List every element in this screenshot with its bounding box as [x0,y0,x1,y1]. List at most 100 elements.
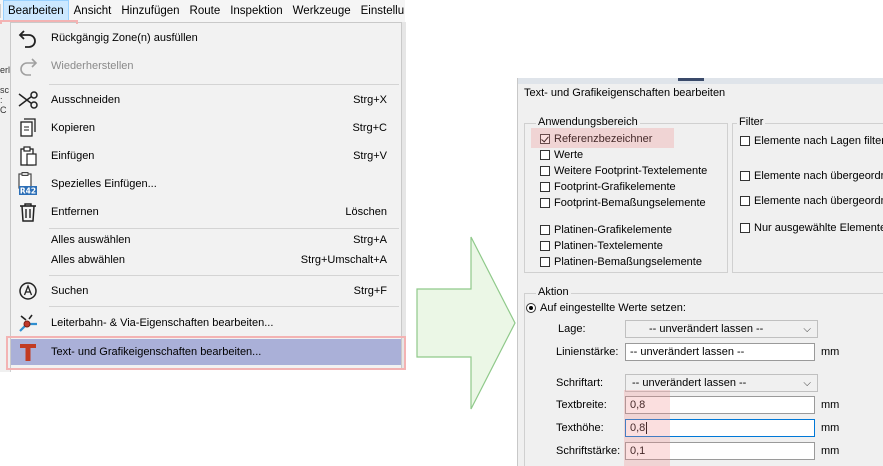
font-label: Schriftart: [556,377,604,389]
checkbox-reference-designators[interactable]: Referenzbezeichner [540,133,652,145]
menu-item-shortcut: Strg+Umschalt+A [300,254,387,266]
checkbox-label: Elemente nach Lagen filtern: [754,135,883,147]
checkbox-board-dimensions[interactable]: Platinen-Bemaßungselemente [540,256,702,268]
thickness-value: 0,1 [630,445,646,457]
text-height-input[interactable]: 0,8 [625,419,815,437]
menu-einstellungen[interactable]: Einstellu [356,0,405,22]
menu-hinzufuegen[interactable]: Hinzufügen [116,0,184,22]
menu-item-track-via-properties[interactable]: Leiterbahn- & Via-Eigenschaften bearbeit… [11,310,401,336]
menu-item-label: Spezielles Einfügen... [51,178,157,190]
line-width-value: -- unverändert lassen -- [630,346,745,358]
text-width-value: 0,8 [630,399,646,411]
menu-ansicht[interactable]: Ansicht [69,0,117,22]
edge-glyph: : C [0,95,7,115]
checkbox-box[interactable] [540,225,550,235]
menu-item-find[interactable]: Suchen Strg+F [11,278,401,304]
layer-select-value: -- unverändert lassen -- [649,323,764,335]
checkbox-footprint-dimensions[interactable]: Footprint-Bemaßungselemente [540,197,706,209]
checkbox-filter-by-parent-1[interactable]: Elemente nach übergeordne [740,170,883,182]
checkbox-label: Platinen-Grafikelemente [554,224,673,236]
line-width-input[interactable]: -- unverändert lassen -- [625,343,815,361]
layer-label: Lage: [558,323,586,335]
checkbox-label: Elemente nach übergeordne [754,170,883,182]
menu-item-text-graphic-properties[interactable]: Text- und Grafikeigenschaften bearbeiten… [11,339,401,365]
checkbox-filter-by-parent-2[interactable]: Elemente nach übergeordne [740,195,883,207]
checkbox-box[interactable] [740,136,750,146]
checkbox-label: Elemente nach übergeordne [754,195,883,207]
checkbox-label: Referenzbezeichner [554,133,653,145]
checkbox-box[interactable] [540,150,550,160]
checkbox-footprint-graphics[interactable]: Footprint-Grafikelemente [540,181,676,193]
checkbox-label: Footprint-Grafikelemente [554,181,676,193]
menu-item-shortcut: Strg+V [353,150,387,162]
menu-item-label: Suchen [51,285,89,297]
chevron-down-icon: ⌵ [803,378,811,389]
checkbox-box[interactable] [740,171,750,181]
checkbox-box[interactable] [540,134,550,144]
menu-separator [49,275,399,276]
menu-inspektion[interactable]: Inspektion [225,0,287,22]
menu-item-shortcut: Strg+C [352,122,387,134]
filter-group-legend: Filter [737,116,766,128]
checkbox-label: Weitere Footprint-Textelemente [554,165,708,177]
font-select[interactable]: -- unverändert lassen -- ⌵ [625,374,818,392]
menu-route[interactable]: Route [185,0,226,22]
menu-bearbeiten[interactable]: Bearbeiten [3,0,69,22]
menu-item-select-all[interactable]: Alles auswählen Strg+A [11,229,401,251]
radio-label: Auf eingestellte Werte setzen: [540,302,686,314]
paste-special-badge: R42 [20,187,36,196]
checkbox-label: Nur ausgewählte Elemente [754,222,883,234]
menu-item-label: Wiederherstellen [51,60,134,72]
text-height-unit: mm [821,422,840,434]
menu-item-shortcut: Strg+F [353,285,387,297]
menu-item-paste-special[interactable]: R42 Spezielles Einfügen... [11,171,401,197]
text-width-input[interactable]: 0,8 [625,396,815,414]
checkbox-box[interactable] [540,241,550,251]
checkbox-box[interactable] [540,166,550,176]
menu-item-label: Kopieren [51,122,96,134]
text-caret [646,422,648,434]
checkbox-box[interactable] [540,257,550,267]
menubar-grip [0,4,1,18]
checkbox-box[interactable] [740,223,750,233]
menu-item-label: Entfernen [51,206,99,218]
menu-item-redo[interactable]: Wiederherstellen [11,53,401,79]
menu-item-paste[interactable]: Einfügen Strg+V [11,143,401,169]
menu-werkzeuge[interactable]: Werkzeuge [288,0,356,22]
dialog-title: Text- und Grafikeigenschaften bearbeiten [524,87,726,99]
radio-set-values[interactable]: Auf eingestellte Werte setzen: [526,302,686,314]
line-width-label: Linienstärke: [556,346,619,358]
copy-icon [15,116,41,140]
menu-item-shortcut: Strg+X [353,94,387,106]
checkbox-board-graphics[interactable]: Platinen-Grafikelemente [540,224,672,236]
checkbox-selected-only[interactable]: Nur ausgewählte Elemente [740,222,883,234]
menu-item-label: Text- und Grafikeigenschaften bearbeiten… [51,346,262,358]
background-window-edge-right [402,22,406,370]
menu-item-copy[interactable]: Kopieren Strg+C [11,115,401,141]
arrow-right-icon [416,236,516,410]
checkbox-label: Platinen-Bemaßungselemente [554,256,702,268]
checkbox-filter-by-layer[interactable]: Elemente nach Lagen filtern: [740,135,883,147]
edge-glyph: sc [0,85,9,95]
radio-button[interactable] [526,303,536,313]
text-height-label: Texthöhe: [556,422,604,434]
menu-separator [49,306,399,307]
menu-item-deselect-all[interactable]: Alles abwählen Strg+Umschalt+A [11,249,401,271]
checkbox-other-footprint-text[interactable]: Weitere Footprint-Textelemente [540,165,707,177]
menu-item-delete[interactable]: Entfernen Löschen [11,199,401,225]
scope-group-legend: Anwendungsbereich [536,116,640,128]
checkbox-board-text[interactable]: Platinen-Textelemente [540,240,663,252]
menu-item-undo[interactable]: Rückgängig Zone(n) ausfüllen [11,25,401,51]
layer-select[interactable]: -- unverändert lassen -- ⌵ [625,320,818,338]
dialog-titlebar-strip [518,78,883,84]
checkbox-box[interactable] [740,196,750,206]
checkbox-box[interactable] [540,198,550,208]
text-t-icon [15,340,41,364]
menu-item-cut[interactable]: Ausschneiden Strg+X [11,87,401,113]
text-graphic-properties-dialog: Text- und Grafikeigenschaften bearbeiten… [517,78,883,466]
checkbox-values[interactable]: Werte [540,149,583,161]
font-select-value: -- unverändert lassen -- [632,377,747,389]
thickness-input[interactable]: 0,1 [625,442,815,460]
line-width-unit: mm [821,346,840,358]
checkbox-box[interactable] [540,182,550,192]
